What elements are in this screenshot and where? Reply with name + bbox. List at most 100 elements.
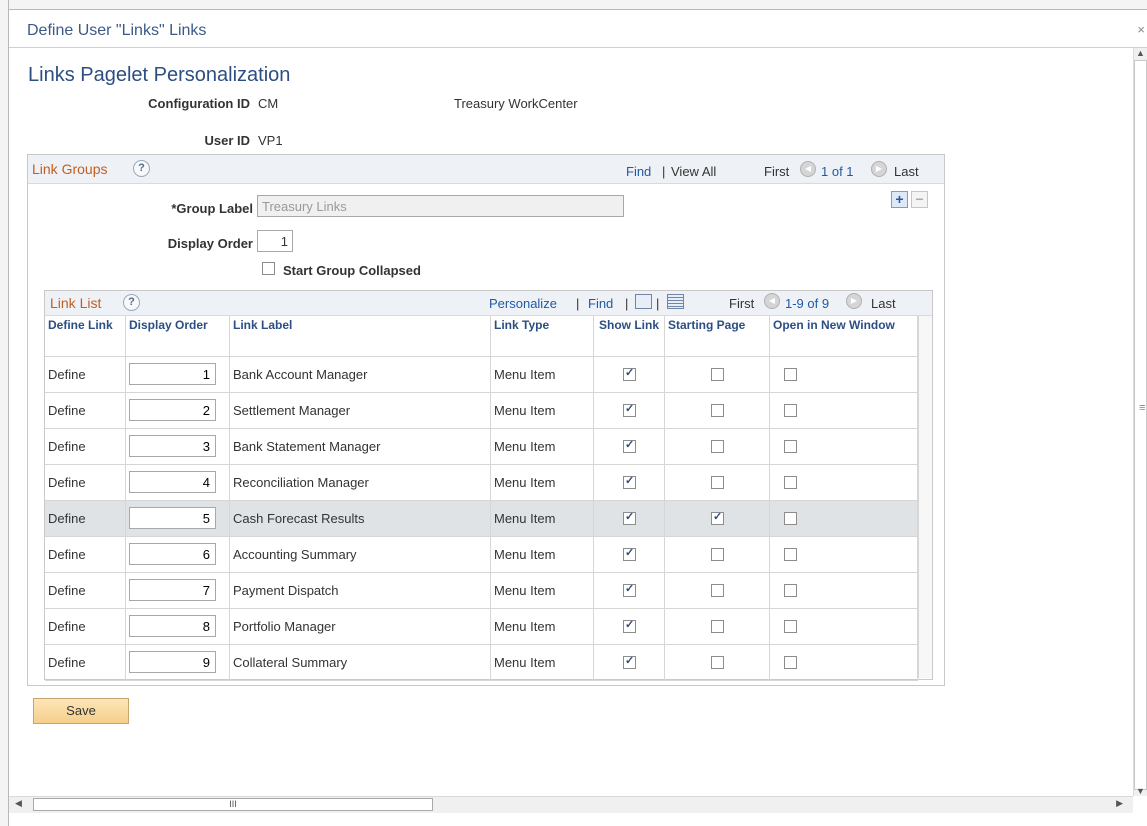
display-order-input[interactable] xyxy=(129,543,216,565)
horizontal-scroll-thumb[interactable]: III xyxy=(33,798,433,811)
resize-grip-icon[interactable]: ≡ xyxy=(1139,402,1145,414)
define-link[interactable]: Define xyxy=(45,356,126,393)
define-link[interactable]: Define xyxy=(45,608,126,645)
previous-icon[interactable]: ◀ xyxy=(764,293,780,309)
download-spreadsheet-icon[interactable] xyxy=(667,294,684,309)
config-id-label: Configuration ID xyxy=(148,96,250,111)
starting-page-checkbox[interactable] xyxy=(711,476,724,489)
display-order-input[interactable] xyxy=(129,579,216,601)
personalize-link[interactable]: Personalize xyxy=(489,296,557,311)
column-header-define-link: Define Link xyxy=(45,316,126,357)
group-label-input[interactable] xyxy=(257,195,624,217)
open-new-window-checkbox[interactable] xyxy=(784,368,797,381)
new-window-icon[interactable] xyxy=(635,294,652,309)
link-type: Menu Item xyxy=(490,428,594,465)
start-group-collapsed-checkbox[interactable] xyxy=(262,262,275,275)
display-order-input[interactable] xyxy=(129,507,216,529)
display-order-input[interactable] xyxy=(129,651,216,673)
scroll-up-icon[interactable]: ▲ xyxy=(1136,48,1145,58)
open-new-window-checkbox[interactable] xyxy=(784,476,797,489)
show-link-checkbox[interactable] xyxy=(623,510,636,525)
link-type: Menu Item xyxy=(490,500,594,537)
define-link[interactable]: Define xyxy=(45,392,126,429)
scroll-right-icon[interactable]: ▶ xyxy=(1116,798,1123,809)
starting-page-checkbox[interactable] xyxy=(711,584,724,597)
starting-page-checkbox[interactable] xyxy=(711,368,724,381)
define-link[interactable]: Define xyxy=(45,464,126,501)
display-order-input[interactable] xyxy=(129,399,216,421)
starting-page-checkbox[interactable] xyxy=(711,440,724,453)
group-display-order-input[interactable] xyxy=(257,230,293,252)
display-order-input[interactable] xyxy=(129,435,216,457)
define-link[interactable]: Define xyxy=(45,572,126,609)
save-button[interactable]: Save xyxy=(33,698,129,724)
display-order-input[interactable] xyxy=(129,471,216,493)
config-id-value: CM xyxy=(258,96,279,111)
column-header-link-label: Link Label xyxy=(229,316,491,357)
vertical-scrollbar[interactable]: ▲ ▼ xyxy=(1133,48,1147,796)
horizontal-scrollbar[interactable]: ◀ III ▶ xyxy=(9,796,1133,813)
table-row: Define Settlement ManagerMenu Item xyxy=(45,392,918,429)
column-header-open-new-window: Open in New Window xyxy=(769,316,918,357)
open-new-window-checkbox[interactable] xyxy=(784,656,797,669)
user-id-value: VP1 xyxy=(258,133,283,148)
scroll-left-icon[interactable]: ◀ xyxy=(15,798,22,809)
vertical-scroll-thumb[interactable] xyxy=(1134,60,1147,790)
help-icon[interactable]: ? xyxy=(133,160,150,177)
show-link-checkbox[interactable] xyxy=(623,366,636,381)
starting-page-checkbox[interactable] xyxy=(711,548,724,561)
starting-page-checkbox[interactable] xyxy=(711,656,724,669)
link-type: Menu Item xyxy=(490,536,594,573)
next-icon[interactable]: ▶ xyxy=(871,161,887,177)
link-list-first: First xyxy=(729,296,755,311)
modal-titlebar: Define User "Links" Links × xyxy=(9,10,1147,48)
close-icon[interactable]: × xyxy=(1137,22,1145,37)
starting-page-checkbox[interactable] xyxy=(711,620,724,633)
modal-title: Define User "Links" Links xyxy=(27,22,207,39)
link-groups-range: 1 of 1 xyxy=(821,164,854,179)
open-new-window-checkbox[interactable] xyxy=(784,620,797,633)
scroll-down-icon[interactable]: ▼ xyxy=(1136,786,1145,796)
show-link-checkbox[interactable] xyxy=(623,582,636,597)
starting-page-checkbox[interactable] xyxy=(711,404,724,417)
previous-icon[interactable]: ◀ xyxy=(800,161,816,177)
link-list-title: Link List xyxy=(50,295,102,311)
add-row-icon[interactable]: + xyxy=(891,191,908,208)
define-link[interactable]: Define xyxy=(45,536,126,573)
link-label: Bank Account Manager xyxy=(229,356,491,393)
link-label: Settlement Manager xyxy=(229,392,491,429)
show-link-checkbox[interactable] xyxy=(623,546,636,561)
help-icon[interactable]: ? xyxy=(123,294,140,311)
show-link-checkbox[interactable] xyxy=(623,654,636,669)
new-window-cell xyxy=(769,356,918,393)
link-groups-view-all[interactable]: View All xyxy=(671,164,716,179)
open-new-window-checkbox[interactable] xyxy=(784,440,797,453)
show-link-checkbox[interactable] xyxy=(623,402,636,417)
starting-page-checkbox[interactable] xyxy=(711,510,724,525)
column-header-display-order: Display Order xyxy=(125,316,230,357)
grid-scrollbar[interactable] xyxy=(918,316,932,678)
open-new-window-checkbox[interactable] xyxy=(784,548,797,561)
user-id-label: User ID xyxy=(204,133,250,148)
table-row: Define Portfolio ManagerMenu Item xyxy=(45,608,918,645)
show-link-cell xyxy=(593,464,665,501)
show-link-checkbox[interactable] xyxy=(623,618,636,633)
link-groups-find-link[interactable]: Find xyxy=(626,164,651,179)
display-order-input[interactable] xyxy=(129,615,216,637)
show-link-cell xyxy=(593,608,665,645)
display-order-input[interactable] xyxy=(129,363,216,385)
next-icon[interactable]: ▶ xyxy=(846,293,862,309)
define-link[interactable]: Define xyxy=(45,644,126,681)
display-order-cell xyxy=(125,356,230,393)
open-new-window-checkbox[interactable] xyxy=(784,404,797,417)
show-link-checkbox[interactable] xyxy=(623,438,636,453)
new-window-cell xyxy=(769,428,918,465)
define-link[interactable]: Define xyxy=(45,428,126,465)
show-link-cell xyxy=(593,644,665,681)
define-link[interactable]: Define xyxy=(45,500,126,537)
link-list-find-link[interactable]: Find xyxy=(588,296,613,311)
open-new-window-checkbox[interactable] xyxy=(784,584,797,597)
show-link-checkbox[interactable] xyxy=(623,474,636,489)
link-groups-header: Link Groups ? Find | View All First ◀ 1 … xyxy=(28,155,944,184)
open-new-window-checkbox[interactable] xyxy=(784,512,797,525)
